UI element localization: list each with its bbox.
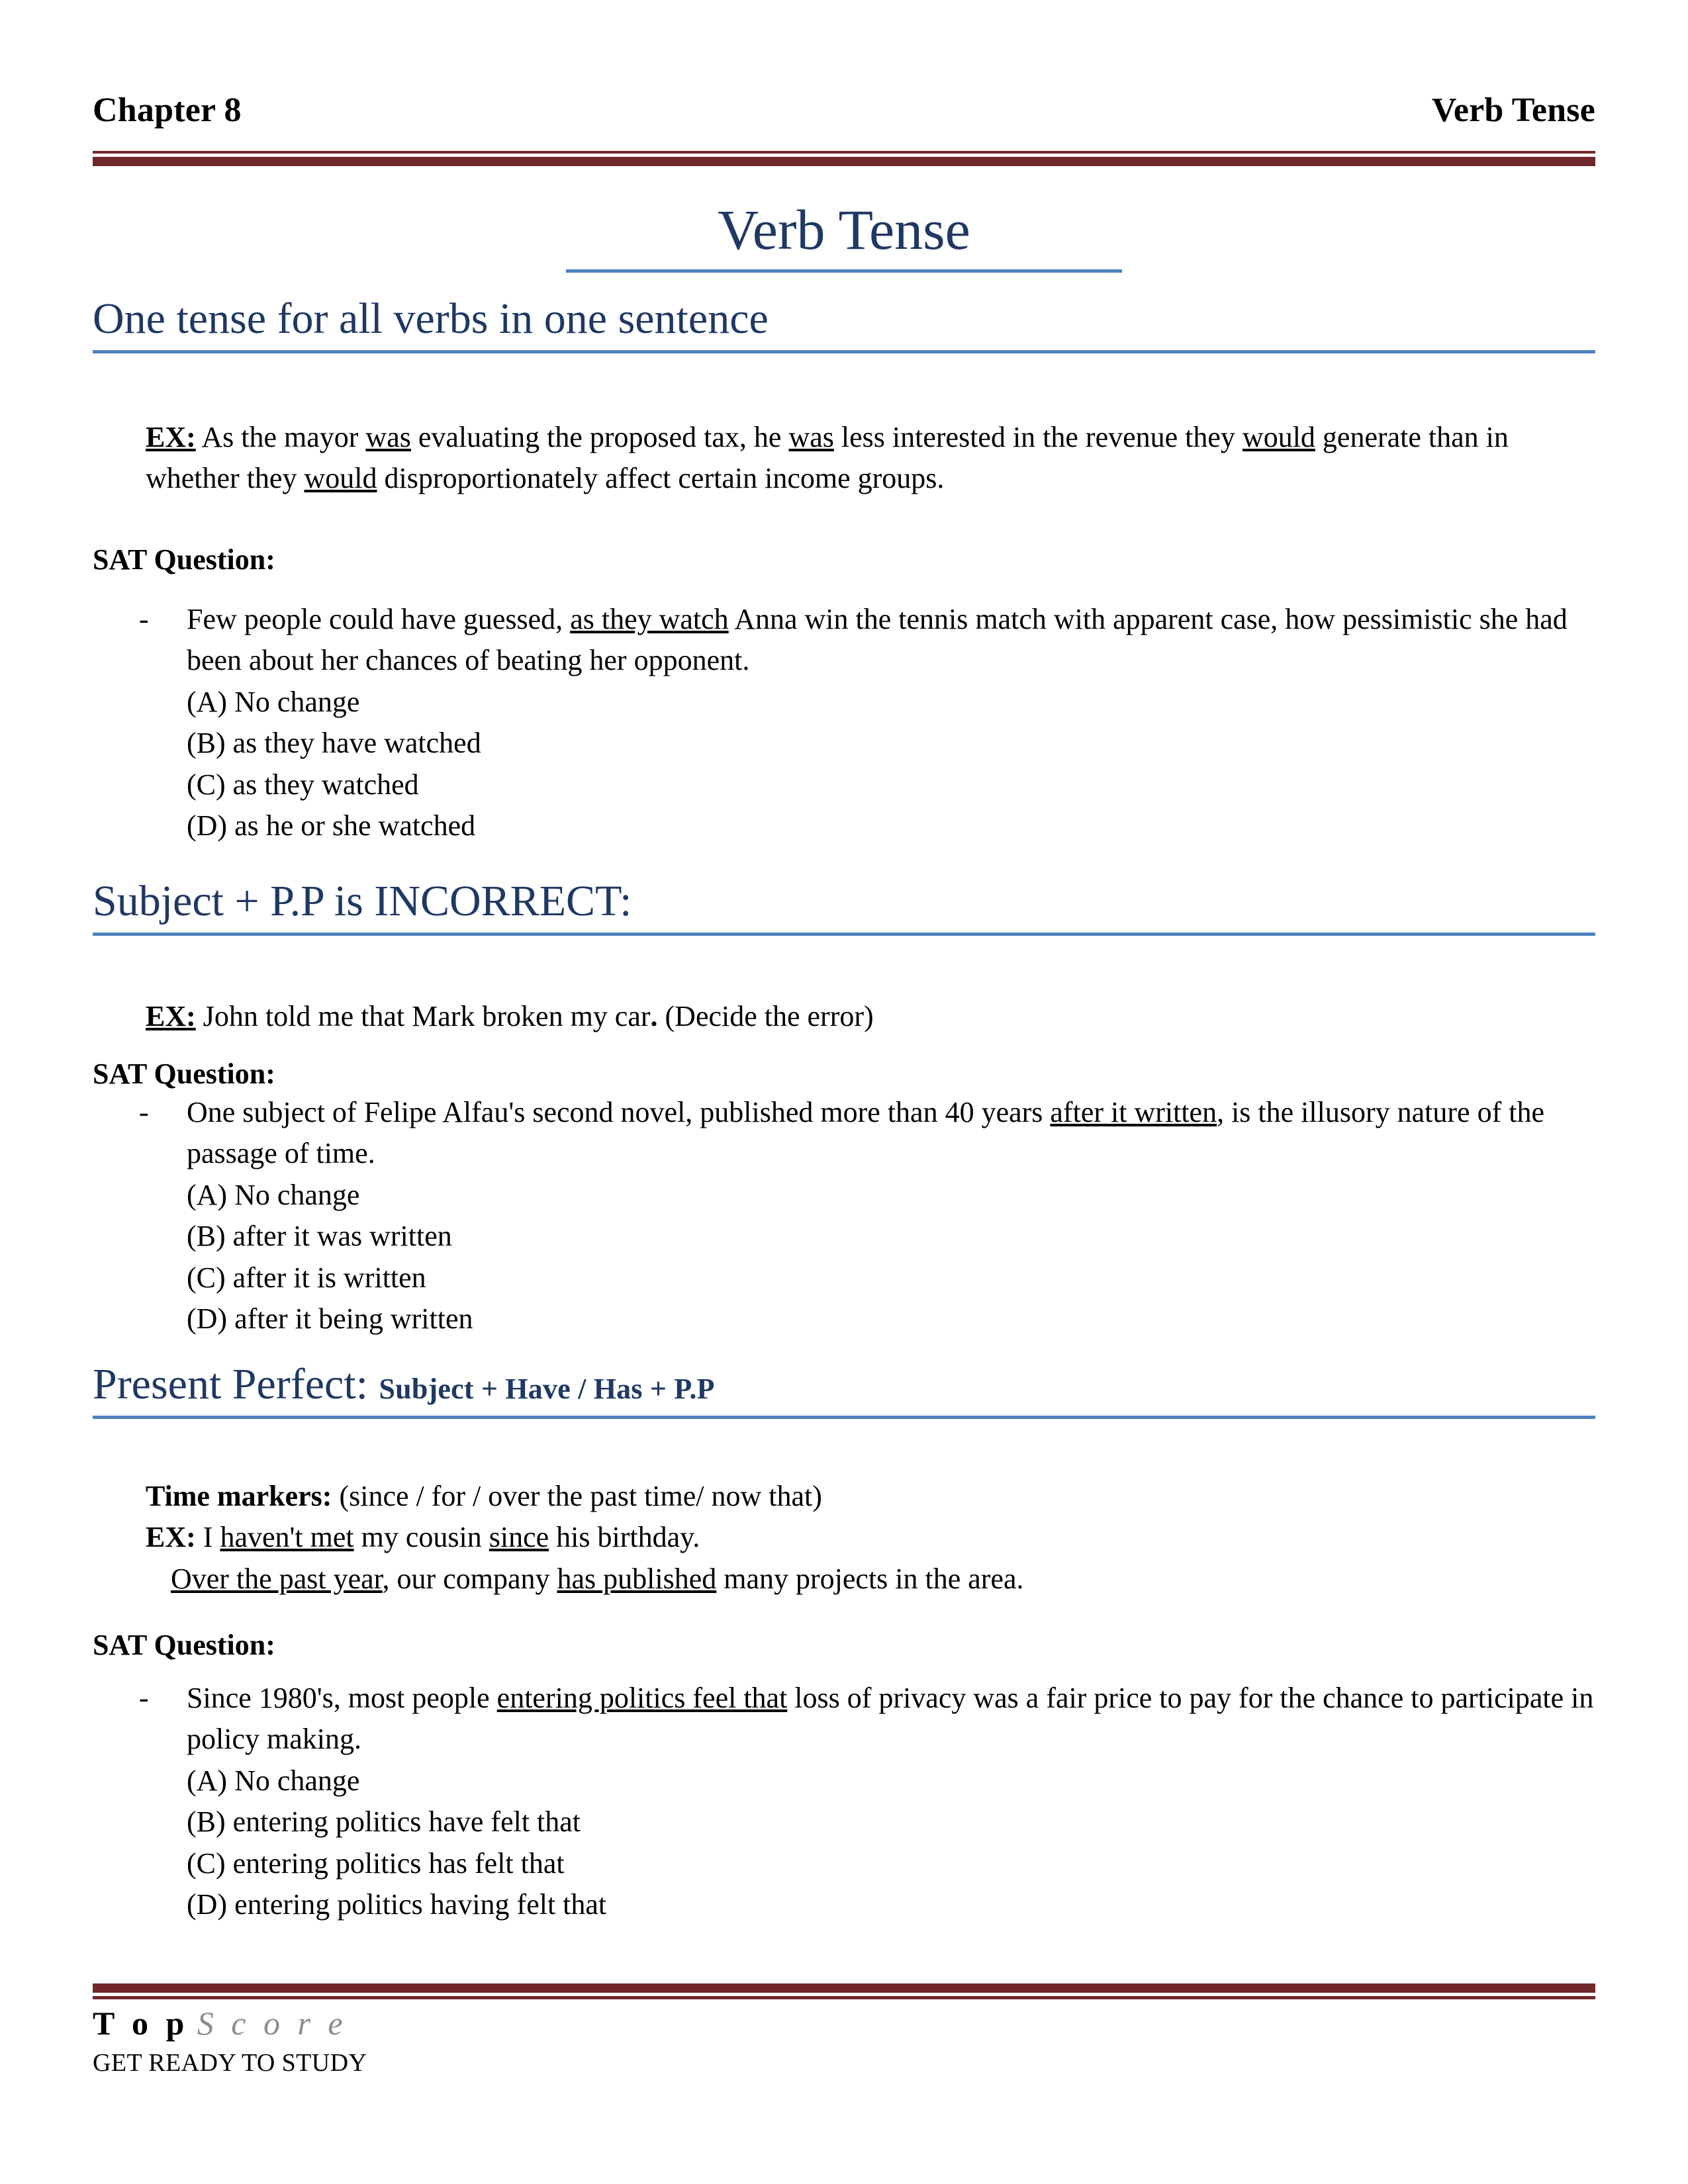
header-topic: Verb Tense	[1431, 91, 1595, 129]
section-heading-subject-pp: Subject + P.P is INCORRECT:	[93, 877, 1595, 936]
footer-rule-thick	[93, 1983, 1595, 1993]
brand-score-word: S c o r e	[197, 2005, 348, 2042]
example-text-e: disproportionately affect certain income…	[377, 462, 945, 495]
header-divider	[93, 151, 1595, 166]
running-head: Chapter 8 Verb Tense	[93, 91, 1595, 129]
example-text-e: many projects in the area.	[716, 1562, 1024, 1595]
example-bold-period: .	[650, 1000, 658, 1032]
example-label: EX:	[146, 1000, 196, 1032]
footer-brand: T o p S c o r e	[93, 2005, 348, 2041]
answer-option[interactable]: (D) as he or she watched	[187, 805, 1595, 846]
example-label: EX:	[146, 1521, 196, 1554]
section-heading-label: Subject + P.P is INCORRECT:	[93, 877, 632, 925]
section-3-time-markers: Time markers: (since / for / over the pa…	[93, 1476, 1595, 1600]
question-underline: as they watch	[570, 603, 729, 635]
answer-option[interactable]: (C) entering politics has felt that	[187, 1843, 1595, 1884]
answer-options: (A) No change (B) entering politics have…	[187, 1760, 1595, 1926]
section-heading-sub: Subject + Have / Has + P.P	[379, 1373, 715, 1405]
answer-option[interactable]: (B) entering politics have felt that	[187, 1801, 1595, 1843]
example-paragraph-second: Over the past year, our company has publ…	[171, 1559, 1595, 1600]
section-heading-rule	[93, 349, 1595, 353]
time-markers-line: Time markers: (since / for / over the pa…	[146, 1476, 1595, 1517]
section-heading-present-perfect: Present Perfect: Subject + Have / Has + …	[93, 1360, 1595, 1419]
example-label: EX:	[146, 421, 196, 453]
question-text: Since 1980's, most people entering polit…	[187, 1678, 1595, 1760]
example-text-c: less interested in the revenue they	[833, 421, 1235, 453]
document-page: Chapter 8 Verb Tense Verb Tense One tens…	[0, 0, 1688, 2184]
example-underline-1: haven't met	[220, 1521, 354, 1554]
section-heading-main: Present Perfect:	[93, 1360, 369, 1408]
brand-top-word: T o p	[93, 2005, 189, 2042]
section-heading-one-tense: One tense for all verbs in one sentence	[93, 295, 1595, 353]
answer-option[interactable]: (A) No change	[187, 1175, 1595, 1216]
question-text: One subject of Felipe Alfau's second nov…	[187, 1092, 1595, 1175]
example-text-c: his birthday.	[549, 1521, 700, 1554]
sat-question-label: SAT Question:	[93, 1629, 275, 1661]
section-1-question: - Few people could have guessed, as they…	[93, 599, 1595, 847]
answer-option[interactable]: (B) after it was written	[187, 1216, 1595, 1257]
question-text-a: Few people could have guessed,	[187, 603, 571, 635]
footer-tagline: GET READY TO STUDY	[93, 2049, 367, 2077]
section-2-example: EX: John told me that Mark broken my car…	[93, 996, 1595, 1037]
example-paragraph: EX: As the mayor was evaluating the prop…	[146, 417, 1595, 500]
section-3-sat-label: SAT Question:	[93, 1625, 1595, 1666]
section-3-question: - Since 1980's, most people entering pol…	[93, 1678, 1595, 1926]
example-text-d: , our company	[382, 1562, 557, 1595]
example-underline-3: would	[1242, 421, 1315, 453]
question-item: - Few people could have guessed, as they…	[139, 599, 1595, 682]
answer-option[interactable]: (B) as they have watched	[187, 723, 1595, 764]
question-item: - One subject of Felipe Alfau's second n…	[139, 1092, 1595, 1175]
question-underline: after it written	[1050, 1096, 1217, 1128]
example-paragraph: EX: John told me that Mark broken my car…	[146, 996, 1595, 1037]
example-underline-2: since	[489, 1521, 549, 1554]
answer-options: (A) No change (B) after it was written (…	[187, 1175, 1595, 1340]
question-bullet: -	[139, 603, 149, 635]
question-text-a: Since 1980's, most people	[187, 1682, 497, 1714]
question-bullet: -	[139, 1682, 149, 1714]
footer-divider	[93, 1983, 1595, 1999]
answer-option[interactable]: (C) after it is written	[187, 1257, 1595, 1298]
answer-options: (A) No change (B) as they have watched (…	[187, 682, 1595, 847]
example-text-b: evaluating the proposed tax, he	[410, 421, 789, 453]
section-heading-rule	[93, 1415, 1595, 1419]
example-paragraph: EX: I haven't met my cousin since his bi…	[146, 1517, 1595, 1558]
section-1-example: EX: As the mayor was evaluating the prop…	[93, 417, 1595, 500]
example-underline-3: Over the past year	[171, 1562, 383, 1595]
section-heading-label: One tense for all verbs in one sentence	[93, 295, 769, 343]
example-text-a: John told me that Mark broken my car	[195, 1000, 651, 1032]
section-2-sat-label: SAT Question:	[93, 1054, 1595, 1095]
page-title-underline	[566, 269, 1122, 273]
example-underline-2: was	[788, 421, 834, 453]
example-text-b: (Decide the error)	[657, 1000, 874, 1032]
example-underline-1: was	[365, 421, 411, 453]
footer-rule-thin	[93, 1996, 1595, 1999]
question-item: - Since 1980's, most people entering pol…	[139, 1678, 1595, 1760]
section-heading-label: Present Perfect: Subject + Have / Has + …	[93, 1360, 1595, 1416]
sat-question-label: SAT Question:	[93, 1058, 275, 1090]
section-1-sat-label: SAT Question:	[93, 539, 1595, 580]
question-text: Few people could have guessed, as they w…	[187, 599, 1595, 682]
question-underline: entering politics feel that	[496, 1682, 788, 1714]
answer-option[interactable]: (D) entering politics having felt that	[187, 1884, 1595, 1925]
question-bullet: -	[139, 1096, 149, 1128]
example-text-a: I	[195, 1521, 220, 1554]
page-title: Verb Tense	[718, 198, 970, 261]
example-underline-4: has published	[557, 1562, 717, 1595]
time-markers-label: Time markers:	[146, 1480, 332, 1512]
example-text-a: As the mayor	[195, 421, 366, 453]
question-text-a: One subject of Felipe Alfau's second nov…	[187, 1096, 1051, 1128]
section-heading-rule	[93, 932, 1595, 936]
sat-question-label: SAT Question:	[93, 543, 275, 576]
answer-option[interactable]: (A) No change	[187, 682, 1595, 723]
section-2-question: - One subject of Felipe Alfau's second n…	[93, 1092, 1595, 1340]
page-title-wrap: Verb Tense	[0, 199, 1688, 273]
answer-option[interactable]: (D) after it being written	[187, 1298, 1595, 1340]
answer-option[interactable]: (A) No change	[187, 1760, 1595, 1801]
header-chapter: Chapter 8	[93, 91, 242, 129]
example-text-b: my cousin	[353, 1521, 489, 1554]
example-underline-4: would	[304, 462, 377, 495]
header-rule-thick	[93, 157, 1595, 166]
answer-option[interactable]: (C) as they watched	[187, 764, 1595, 805]
time-markers-value: (since / for / over the past time/ now t…	[332, 1480, 822, 1512]
